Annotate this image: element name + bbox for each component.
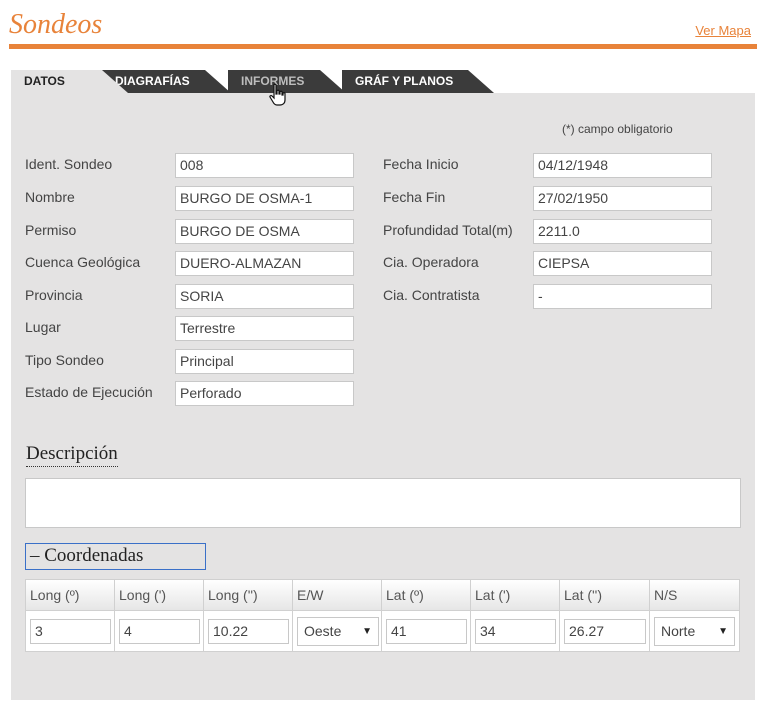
label-cuenca-geologica: Cuenca Geológica	[25, 254, 141, 270]
chevron-down-icon: ▼	[362, 626, 372, 637]
hand-cursor-icon	[269, 83, 286, 106]
coordinates-table: Long (º) Long (') Long ('') E/W Lat (º) …	[25, 579, 740, 652]
col-long-sec: Long ('')	[204, 580, 293, 610]
long-deg-input[interactable]: 3	[30, 619, 111, 644]
tab-graf-y-planos-label: GRÁF Y PLANOS	[355, 74, 454, 88]
descripcion-textarea[interactable]	[25, 478, 741, 528]
ew-select[interactable]: Oeste ▼	[297, 617, 379, 646]
cell-long-sec: 10.22	[204, 611, 293, 652]
label-fecha-fin: Fecha Fin	[383, 189, 446, 205]
cell-lat-deg: 41	[382, 611, 471, 652]
col-long-min: Long (')	[115, 580, 204, 610]
cell-long-deg: 3	[26, 611, 115, 652]
col-ns: N/S	[654, 587, 678, 603]
permiso-input[interactable]: BURGO DE OSMA	[175, 219, 354, 244]
label-fecha-inicio: Fecha Inicio	[383, 156, 459, 172]
fecha-fin-input[interactable]: 27/02/1950	[533, 186, 712, 211]
tab-graf-y-planos[interactable]: GRÁF Y PLANOS	[342, 70, 494, 93]
fecha-inicio-input[interactable]: 04/12/1948	[533, 153, 712, 178]
label-ident-sondeo: Ident. Sondeo	[25, 156, 113, 172]
cell-ns: Norte ▼	[650, 611, 739, 652]
label-tipo-sondeo: Tipo Sondeo	[25, 352, 104, 368]
long-sec-input[interactable]: 10.22	[208, 619, 289, 644]
ew-select-value: Oeste	[304, 623, 342, 639]
profundidad-total-input[interactable]: 2211.0	[533, 219, 712, 244]
ver-mapa-link[interactable]: Ver Mapa	[695, 23, 751, 38]
col-ew: E/W	[293, 580, 382, 610]
header-divider	[9, 44, 757, 49]
label-estado-ejecucion: Estado de Ejecución	[25, 384, 153, 400]
required-field-note: (*) campo obligatorio	[562, 122, 673, 136]
long-min-input[interactable]: 4	[119, 619, 200, 644]
col-lat-sec: Lat ('')	[560, 580, 650, 610]
provincia-input[interactable]: SORIA	[175, 284, 354, 309]
tab-bar: DATOS DIAGRAFÍAS INFORMES GRÁF Y PLANOS	[11, 70, 501, 93]
cuenca-geologica-input[interactable]: DUERO-ALMAZAN	[175, 251, 354, 276]
coordinates-table-header: Long (º) Long (') Long ('') E/W Lat (º) …	[26, 580, 739, 611]
coordenadas-toggle[interactable]: – Coordenadas	[25, 543, 206, 570]
label-nombre: Nombre	[25, 189, 75, 205]
cia-operadora-input[interactable]: CIEPSA	[533, 251, 712, 276]
label-permiso: Permiso	[25, 222, 77, 238]
tipo-sondeo-input[interactable]: Principal	[175, 349, 354, 374]
label-cia-contratista: Cia. Contratista	[383, 287, 480, 303]
tab-datos-label: DATOS	[24, 74, 65, 88]
lat-sec-input[interactable]: 26.27	[564, 619, 646, 644]
descripcion-heading: Descripción	[26, 443, 118, 467]
ident-sondeo-input[interactable]: 008	[175, 153, 354, 178]
col-lat-min: Lat (')	[471, 580, 560, 610]
cell-long-min: 4	[115, 611, 204, 652]
col-lat-deg: Lat (º)	[382, 580, 471, 610]
label-provincia: Provincia	[25, 287, 83, 303]
cia-contratista-input[interactable]: -	[533, 284, 712, 309]
cell-lat-min: 34	[471, 611, 560, 652]
ns-select[interactable]: Norte ▼	[654, 617, 735, 646]
nombre-input[interactable]: BURGO DE OSMA-1	[175, 186, 354, 211]
label-lugar: Lugar	[25, 319, 61, 335]
lugar-input[interactable]: Terrestre	[175, 316, 354, 341]
ns-select-value: Norte	[661, 623, 696, 639]
label-cia-operadora: Cia. Operadora	[383, 254, 479, 270]
tab-datos[interactable]: DATOS	[11, 70, 128, 93]
estado-ejecucion-input[interactable]: Perforado	[175, 381, 354, 406]
page-title: Sondeos	[9, 9, 103, 40]
cell-ew: Oeste ▼	[293, 611, 382, 652]
col-long-deg: Long (º)	[26, 580, 115, 610]
cell-lat-sec: 26.27	[560, 611, 650, 652]
label-profundidad-total: Profundidad Total(m)	[383, 222, 513, 238]
lat-deg-input[interactable]: 41	[386, 619, 467, 644]
chevron-down-icon: ▼	[718, 626, 728, 637]
lat-min-input[interactable]: 34	[475, 619, 556, 644]
